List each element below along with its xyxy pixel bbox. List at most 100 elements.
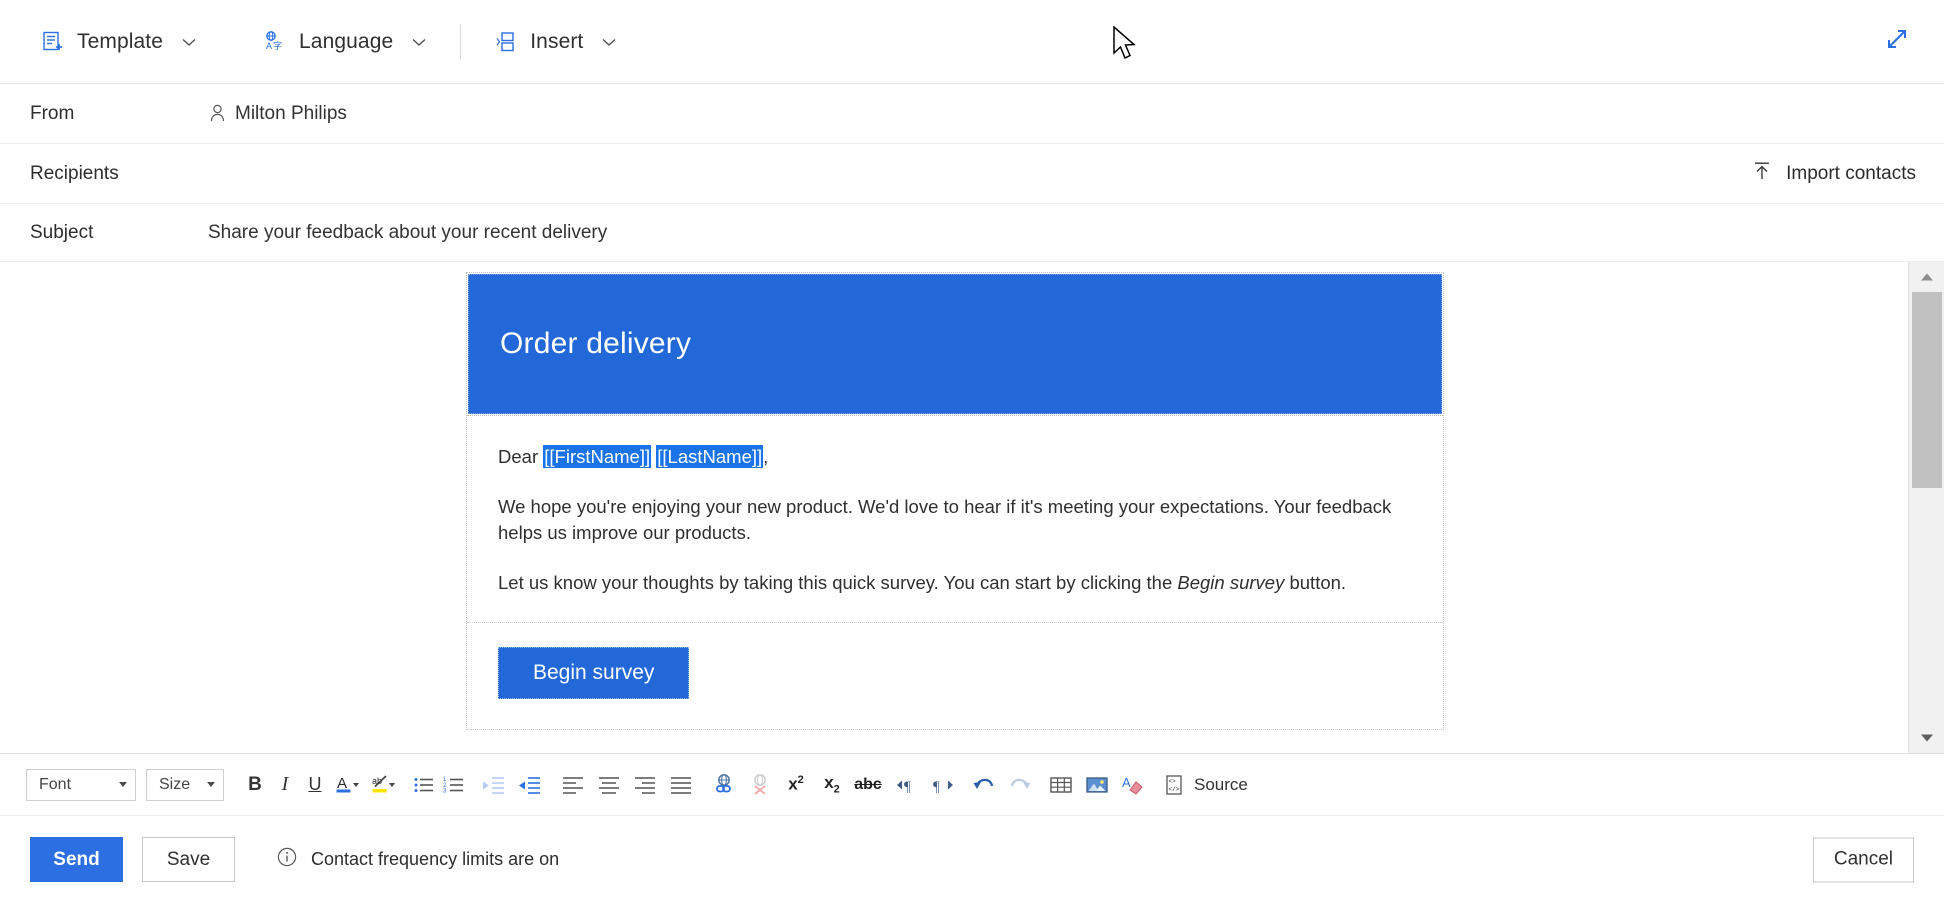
- insert-link-button[interactable]: [707, 769, 741, 801]
- contact-frequency-label: Contact frequency limits are on: [311, 849, 559, 870]
- rich-text-format-toolbar: Font Size B I U A ab: [0, 753, 1944, 815]
- template-menu[interactable]: Template: [30, 20, 208, 64]
- email-hero-title: Order delivery: [500, 327, 691, 361]
- email-cta-zone: Begin survey: [467, 623, 1443, 729]
- paragraph-2-emphasis: Begin survey: [1177, 572, 1284, 593]
- recipients-label: Recipients: [30, 163, 208, 185]
- expand-diagonal-icon: [1884, 26, 1910, 57]
- cancel-button[interactable]: Cancel: [1813, 837, 1914, 882]
- editor-scrollbar[interactable]: [1908, 262, 1944, 753]
- italic-button[interactable]: I: [271, 769, 299, 801]
- begin-survey-button[interactable]: Begin survey: [498, 647, 689, 699]
- superscript-button[interactable]: x2: [779, 769, 813, 801]
- chevron-down-icon: [600, 33, 618, 51]
- insert-menu-label: Insert: [530, 30, 583, 54]
- svg-text:¶: ¶: [933, 779, 940, 795]
- from-value[interactable]: Milton Philips: [208, 103, 347, 125]
- underline-button[interactable]: U: [301, 769, 329, 801]
- greeting-suffix: ,: [763, 446, 768, 467]
- insert-icon: [493, 29, 519, 55]
- email-template-card[interactable]: Order delivery Dear [[FirstName]] [[Last…: [466, 272, 1444, 730]
- decrease-indent-button[interactable]: [477, 769, 511, 801]
- svg-text:</>: </>: [1169, 786, 1180, 793]
- undo-button[interactable]: [967, 769, 1001, 801]
- person-icon: [208, 104, 226, 124]
- strikethrough-button[interactable]: abc: [851, 769, 885, 801]
- svg-text:A: A: [337, 775, 347, 792]
- svg-text:A: A: [1122, 775, 1131, 790]
- align-center-button[interactable]: [592, 769, 626, 801]
- editor-canvas[interactable]: Order delivery Dear [[FirstName]] [[Last…: [0, 262, 1908, 753]
- ltr-direction-button[interactable]: ¶: [890, 769, 924, 801]
- bold-button[interactable]: B: [241, 769, 269, 801]
- font-size-select[interactable]: Size: [146, 769, 224, 801]
- font-family-value: Font: [39, 776, 71, 794]
- info-circle-icon[interactable]: [276, 846, 298, 873]
- email-paragraph-1: We hope you're enjoying your new product…: [498, 494, 1412, 546]
- language-icon: A 字: [262, 29, 288, 55]
- expand-button[interactable]: [1880, 25, 1914, 59]
- view-source-label: Source: [1194, 775, 1248, 795]
- chevron-down-icon: [180, 33, 198, 51]
- highlight-color-button[interactable]: ab: [367, 769, 401, 801]
- from-label: From: [30, 103, 208, 125]
- subject-input[interactable]: Share your feedback about your recent de…: [208, 222, 607, 244]
- subject-label: Subject: [30, 222, 208, 244]
- scroll-down-arrow-icon[interactable]: [1909, 723, 1944, 753]
- language-menu[interactable]: A 字 Language: [252, 20, 438, 64]
- save-button[interactable]: Save: [142, 837, 235, 882]
- increase-indent-button[interactable]: [513, 769, 547, 801]
- chevron-down-icon: [207, 782, 215, 787]
- svg-text:¶: ¶: [904, 779, 911, 795]
- merge-field-lastname[interactable]: [[LastName]]: [656, 445, 763, 468]
- rtl-direction-button[interactable]: ¶: [926, 769, 960, 801]
- email-paragraph-2: Let us know your thoughts by taking this…: [498, 570, 1412, 596]
- bulleted-list-button[interactable]: [410, 769, 438, 801]
- subject-row: Subject Share your feedback about your r…: [0, 204, 1944, 262]
- text-color-button[interactable]: A: [331, 769, 365, 801]
- justify-button[interactable]: [664, 769, 698, 801]
- email-composer-window: Template A 字 Language: [0, 0, 1944, 903]
- recipients-row: Recipients Import contacts: [0, 144, 1944, 204]
- import-contacts-label: Import contacts: [1786, 163, 1916, 185]
- top-toolbar: Template A 字 Language: [0, 0, 1944, 84]
- merge-field-firstname[interactable]: [[FirstName]]: [543, 445, 651, 468]
- insert-menu[interactable]: Insert: [483, 20, 628, 64]
- from-row: From Milton Philips: [0, 84, 1944, 144]
- chevron-down-icon: [410, 33, 428, 51]
- paragraph-2-before: Let us know your thoughts by taking this…: [498, 572, 1177, 593]
- font-size-value: Size: [159, 776, 190, 794]
- contact-frequency-note: Contact frequency limits are on: [276, 846, 559, 873]
- align-right-button[interactable]: [628, 769, 662, 801]
- language-menu-label: Language: [299, 30, 393, 54]
- email-hero-banner[interactable]: Order delivery: [468, 274, 1442, 414]
- redo-button[interactable]: [1003, 769, 1037, 801]
- font-family-select[interactable]: Font: [26, 769, 136, 801]
- scrollbar-track[interactable]: [1909, 292, 1944, 723]
- svg-text:字: 字: [273, 40, 282, 51]
- action-bar: Send Save Contact frequency limits are o…: [0, 815, 1944, 903]
- align-left-button[interactable]: [556, 769, 590, 801]
- send-button[interactable]: Send: [30, 837, 123, 882]
- svg-text:3: 3: [443, 788, 447, 794]
- upload-arrow-icon: [1751, 160, 1773, 188]
- email-body[interactable]: Dear [[FirstName]] [[LastName]], We hope…: [467, 415, 1443, 623]
- scrollbar-thumb[interactable]: [1912, 292, 1942, 488]
- subscript-button[interactable]: x2: [815, 769, 849, 801]
- view-source-button[interactable]: <> </> Source: [1157, 774, 1254, 796]
- svg-text:<>: <>: [1169, 778, 1177, 785]
- remove-format-button[interactable]: A: [1116, 769, 1150, 801]
- chevron-down-icon: [119, 782, 127, 787]
- scroll-up-arrow-icon[interactable]: [1909, 262, 1944, 292]
- cancel-button-wrapper: Cancel: [1813, 837, 1914, 882]
- insert-table-button[interactable]: [1044, 769, 1078, 801]
- greeting-prefix: Dear: [498, 446, 543, 467]
- template-menu-label: Template: [77, 30, 163, 54]
- numbered-list-button[interactable]: 1 2 3: [440, 769, 468, 801]
- template-icon: [40, 29, 66, 55]
- email-greeting: Dear [[FirstName]] [[LastName]],: [498, 444, 1412, 470]
- import-contacts-button[interactable]: Import contacts: [1751, 160, 1916, 188]
- from-person-name: Milton Philips: [235, 103, 347, 125]
- unlink-button[interactable]: [743, 769, 777, 801]
- insert-image-button[interactable]: [1080, 769, 1114, 801]
